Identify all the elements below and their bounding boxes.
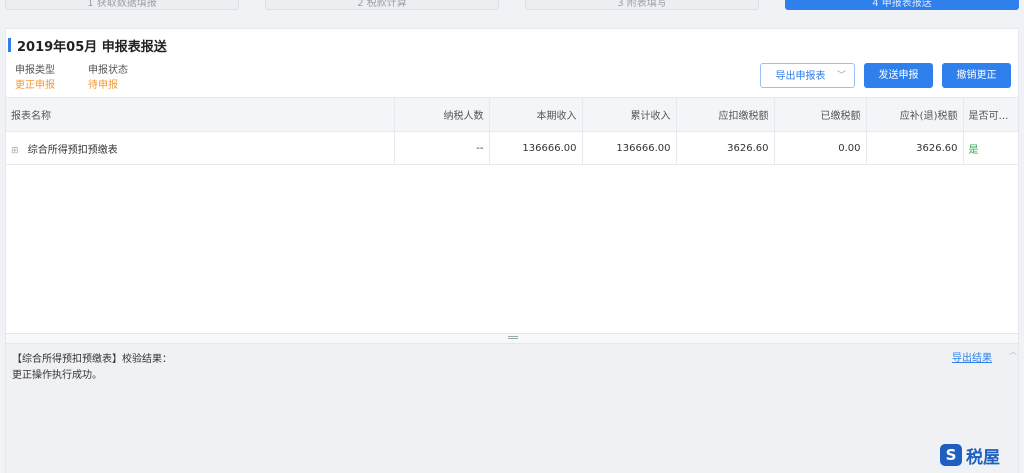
col-header-paid[interactable]: 已缴税额 [774,97,867,132]
col-header-withhold[interactable]: 应扣缴税额 [676,97,775,132]
revoke-correction-button[interactable]: 撤销更正 [942,63,1011,88]
validation-result-panel: 【综合所得预扣预缴表】校验结果： 更正操作执行成功。 导出结果 ︿ [5,343,1019,473]
declare-type-label: 申报类型 [15,65,55,76]
drag-handle-icon[interactable] [508,336,518,339]
col-header-cumulative[interactable]: 累计收入 [582,97,677,132]
shuiwu-logo-icon: S [940,444,962,466]
cell-cumulative: 136666.00 [582,131,677,165]
cell-withhold: 3626.60 [676,131,775,165]
declare-status: 申报状态 待申报 [88,63,128,93]
step-3[interactable]: 3 附表填写 [525,0,759,10]
send-declaration-button[interactable]: 发送申报 [864,63,933,88]
col-header-income[interactable]: 本期收入 [489,97,583,132]
col-header-taxpayers[interactable]: 纳税人数 [394,97,490,132]
col-header-can-declare[interactable]: 是否可申... [963,97,1018,132]
expand-icon[interactable]: ⊞ [11,146,19,156]
title-accent-bar [8,38,11,52]
export-declaration-label: 导出申报表 [775,71,826,82]
export-declaration-button[interactable]: 导出申报表 ﹀ [760,63,855,88]
result-message: 更正操作执行成功。 [12,370,102,381]
page-title-bar: 2019年05月 申报表报送 [6,37,167,55]
cell-income: 136666.00 [489,131,583,165]
col-header-refund[interactable]: 应补(退)税额 [866,97,964,132]
table-header-row: 报表名称 纳税人数 本期收入 累计收入 应扣缴税额 已缴税额 应补(退)税额 是… [6,97,1018,132]
export-result-link[interactable]: 导出结果 [952,349,992,364]
cell-refund: 3626.60 [866,131,964,165]
declaration-table: 报表名称 纳税人数 本期收入 累计收入 应扣缴税额 已缴税额 应补(退)税额 是… [6,97,1018,165]
cell-paid: 0.00 [774,131,867,165]
declare-type-value: 更正申报 [15,80,55,91]
cell-taxpayers: -- [394,131,490,165]
col-header-name[interactable]: 报表名称 [6,97,395,132]
watermark-text: 税屋 [966,447,1000,468]
panel-splitter[interactable] [5,334,1019,343]
chevron-down-icon: ﹀ [836,71,846,81]
step-2[interactable]: 2 税款计算 [265,0,499,10]
watermark: S 税屋 [940,443,1000,468]
scroll-up-icon[interactable]: ︿ [1009,346,1017,357]
declare-status-value: 待申报 [88,80,118,91]
table-row[interactable]: ⊞ 综合所得预扣预缴表 -- 136666.00 136666.00 3626.… [6,131,1018,165]
page-title: 2019年05月 申报表报送 [17,39,167,55]
declare-type: 申报类型 更正申报 [15,63,55,93]
report-name: 综合所得预扣预缴表 [27,144,118,156]
result-title: 【综合所得预扣预缴表】校验结果： [12,354,172,365]
declare-status-label: 申报状态 [88,65,128,76]
step-1[interactable]: 1 获取数据填报 [5,0,239,10]
declaration-panel: 2019年05月 申报表报送 申报类型 更正申报 申报状态 待申报 导出申报表 … [5,28,1019,334]
cell-name: ⊞ 综合所得预扣预缴表 [6,131,395,165]
cell-can-declare: 是 [963,131,1018,165]
step-4[interactable]: 4 申报表报送 [785,0,1019,10]
step-tabs: 1 获取数据填报 2 税款计算 3 附表填写 4 申报表报送 [0,0,1024,12]
